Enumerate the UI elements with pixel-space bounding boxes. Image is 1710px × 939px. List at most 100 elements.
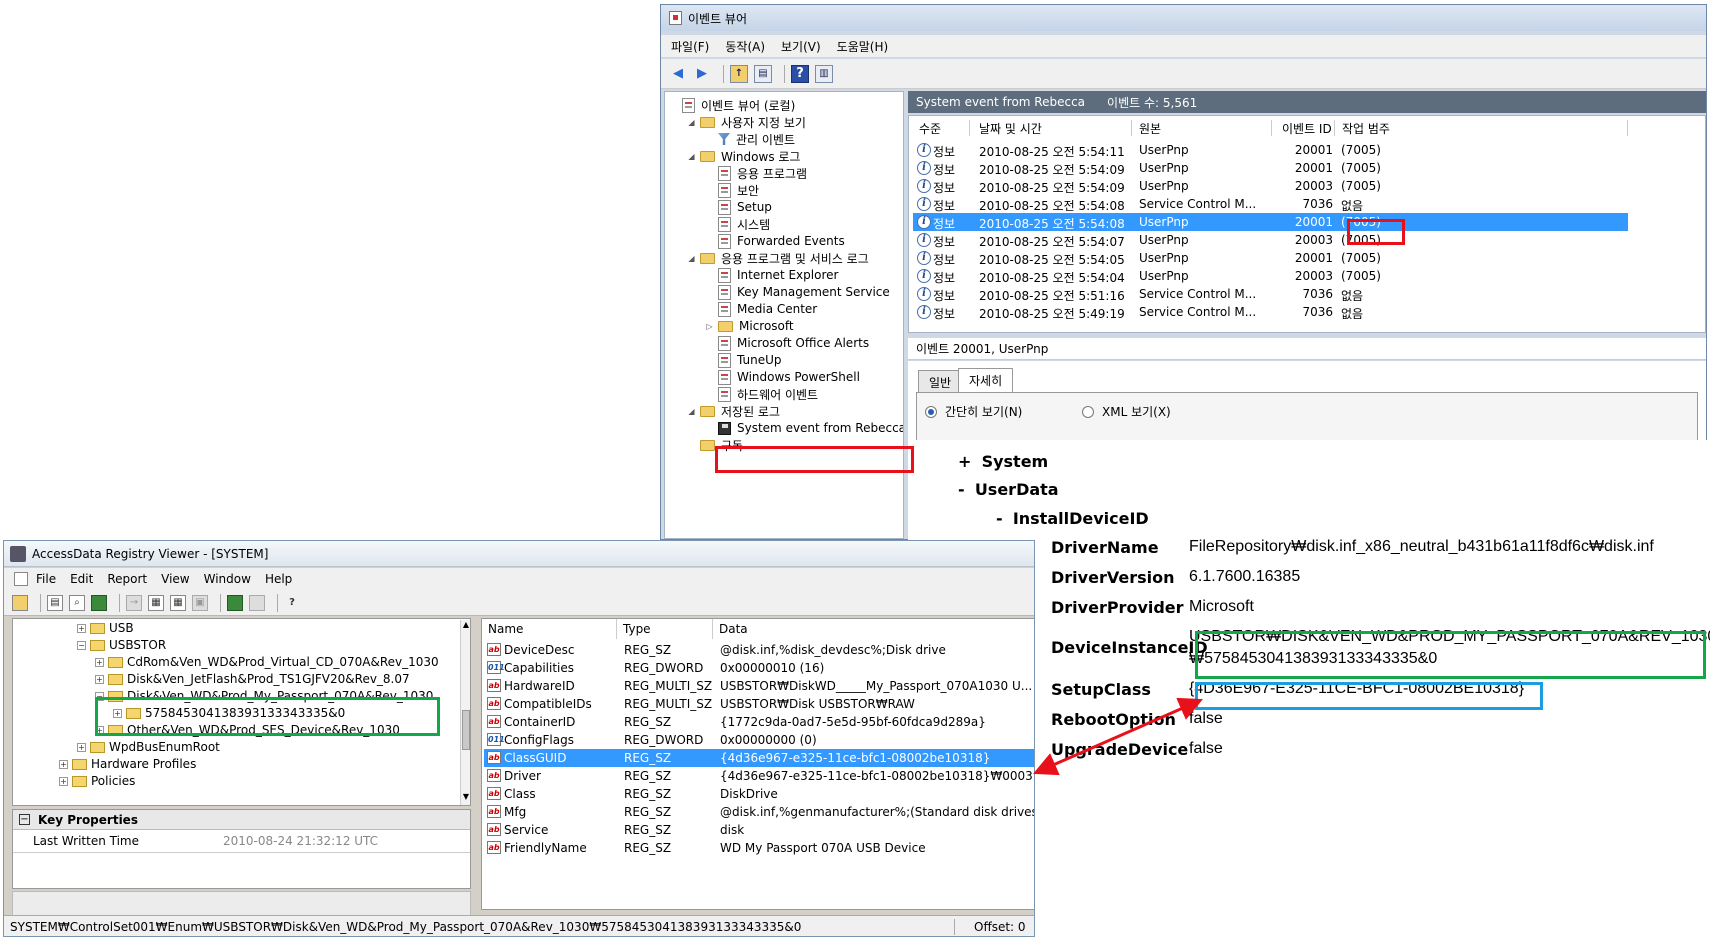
registry-tree-item[interactable]: + Hardware Profiles [59, 755, 196, 773]
up-folder-icon[interactable]: ↑ [730, 64, 748, 83]
expanded-arrow-icon[interactable]: ◢ [687, 118, 696, 127]
scroll-thumb[interactable] [462, 710, 470, 750]
event-row[interactable]: i 정보 2010-08-25 오전 5:54:08 Service Control … [913, 195, 1628, 213]
registry-value-row[interactable]: 011 Capabilities REG_DWORD 0x00000010 (16) [484, 659, 1034, 677]
friendly-view-radio[interactable]: 간단히 보기(N) [925, 403, 1022, 420]
column-type[interactable]: Type [617, 619, 713, 639]
tree-item[interactable]: Setup [705, 198, 772, 216]
menu-view[interactable]: 보기(V) [781, 38, 821, 55]
expanded-arrow-icon[interactable]: ◢ [687, 254, 696, 263]
menu-view[interactable]: View [161, 572, 189, 586]
back-arrow-icon[interactable]: ◀ [669, 65, 687, 83]
collapse-box-icon[interactable]: − [19, 814, 30, 825]
help-icon[interactable]: ? [791, 64, 809, 83]
tree-item[interactable]: ▷ Microsoft [705, 317, 793, 335]
expand-box-icon[interactable]: + [59, 759, 68, 769]
forward-arrow-icon[interactable]: ▶ [693, 65, 711, 83]
properties-icon[interactable]: ▣ [192, 594, 208, 611]
expand-box-icon[interactable]: + [95, 657, 104, 667]
key-icon[interactable] [227, 594, 243, 611]
registry-value-row[interactable]: ab Service REG_SZ disk [484, 821, 1034, 839]
column-datetime[interactable]: 날짜 및 시간 [979, 118, 1042, 138]
tree-item[interactable]: ◢ Windows 로그 [687, 147, 800, 165]
expand-box-icon[interactable]: + [77, 742, 86, 752]
registry-tree-item[interactable]: + WpdBusEnumRoot [77, 738, 220, 756]
tree-item[interactable]: Microsoft Office Alerts [705, 334, 869, 352]
tree-item[interactable]: 이벤트 뷰어 (로컬) [669, 96, 795, 114]
registry-value-row[interactable]: ab FriendlyName REG_SZ WD My Passport 070A … [484, 839, 1034, 857]
registry-value-row[interactable]: ab ContainerID REG_SZ {1772c9da-0ad7-5e5d-9… [484, 713, 1034, 731]
registry-value-row[interactable]: ab ClassGUID REG_SZ {4d36e967-e325-11ce-bfc… [484, 749, 1034, 767]
column-name[interactable]: Name [482, 619, 617, 639]
help-icon[interactable]: ? [284, 595, 300, 611]
event-row[interactable]: i 정보 2010-08-25 오전 5:54:05 UserPnp 20001 (700… [913, 249, 1628, 267]
column-source[interactable]: 원본 [1139, 118, 1161, 138]
menu-help[interactable]: 도움말(H) [837, 38, 889, 55]
tree-item[interactable]: Media Center [705, 300, 817, 318]
tree-item[interactable]: TuneUp [705, 351, 782, 369]
collapse-box-icon[interactable]: − [77, 640, 86, 650]
menu-help[interactable]: Help [265, 572, 292, 586]
registry-value-row[interactable]: ab Class REG_SZ DiskDrive [484, 785, 1034, 803]
expand-box-icon[interactable]: + [95, 674, 104, 684]
expanded-arrow-icon[interactable]: ◢ [687, 152, 696, 161]
tree-item[interactable]: 관리 이벤트 [705, 130, 795, 148]
event-row[interactable]: i 정보 2010-08-25 오전 5:54:11 UserPnp 20001 (700… [913, 141, 1628, 159]
scroll-up-icon[interactable]: ▲ [462, 620, 470, 632]
export-icon[interactable]: → [126, 594, 142, 611]
xml-system-node[interactable]: + System [958, 452, 1048, 471]
column-event-id[interactable]: 이벤트 ID [1282, 118, 1332, 138]
xml-view-radio[interactable]: XML 보기(X) [1082, 403, 1171, 420]
expand-box-icon[interactable]: + [59, 776, 68, 786]
disabled-tool-icon[interactable] [249, 594, 265, 611]
event-row[interactable]: i 정보 2010-08-25 오전 5:54:07 UserPnp 20003 (700… [913, 231, 1628, 249]
event-row[interactable]: i 정보 2010-08-25 오전 5:54:09 UserPnp 20001 (700… [913, 159, 1628, 177]
registry-tree-item[interactable]: + Disk&Ven_JetFlash&Prod_TS1GJFV20&Rev_8.… [95, 670, 410, 688]
menu-window[interactable]: Window [204, 572, 251, 586]
registry-tree-item[interactable]: + USB [77, 619, 134, 637]
tree-scrollbar[interactable]: ▲ ▼ [460, 620, 470, 805]
tree-item[interactable]: 하드웨어 이벤트 [705, 385, 818, 403]
registry-value-row[interactable]: 011 ConfigFlags REG_DWORD 0x00000000 (0) [484, 731, 1034, 749]
event-row[interactable]: i 정보 2010-08-25 오전 5:54:08 UserPnp 20001 (700… [913, 213, 1628, 231]
menu-file[interactable]: File [36, 572, 56, 586]
add-to-report-icon[interactable]: ▦ [170, 594, 186, 611]
collapsed-arrow-icon[interactable]: ▷ [705, 322, 714, 331]
registry-value-row[interactable]: ab DeviceDesc REG_SZ @disk.inf,%disk_devdes… [484, 641, 1034, 659]
menu-action[interactable]: 동작(A) [725, 38, 765, 55]
tree-item[interactable]: Internet Explorer [705, 266, 838, 284]
xml-userdata-node[interactable]: - UserData [958, 480, 1059, 499]
show-hide-tree-icon[interactable]: ▤ [754, 64, 772, 83]
registry-value-row[interactable]: ab CompatibleIDs REG_MULTI_SZ USBSTOR₩Disk … [484, 695, 1034, 713]
registry-tree-item[interactable]: + CdRom&Ven_WD&Prod_Virtual_CD_070A&Rev_1… [95, 653, 439, 671]
tree-item[interactable]: ◢ 저장된 로그 [687, 402, 780, 420]
registry-value-row[interactable]: ab Driver REG_SZ {4d36e967-e325-11ce-bfc1-0… [484, 767, 1034, 785]
registry-value-row[interactable]: ab HardwareID REG_MULTI_SZ USBSTOR₩DiskWD__… [484, 677, 1034, 695]
expanded-arrow-icon[interactable]: ◢ [687, 407, 696, 416]
menu-report[interactable]: Report [107, 572, 147, 586]
tab-details[interactable]: 자세히 [958, 368, 1014, 392]
registry-value-row[interactable]: ab Mfg REG_SZ @disk.inf,%genmanufacturer%;(… [484, 803, 1034, 821]
tab-general[interactable]: 일반 [918, 370, 963, 392]
tree-item[interactable]: 응용 프로그램 [705, 164, 807, 182]
tree-item[interactable]: ◢ 사용자 지정 보기 [687, 113, 806, 131]
connect-icon[interactable] [91, 594, 107, 611]
column-level[interactable]: 수준 [919, 118, 941, 138]
xml-installdeviceid-node[interactable]: - InstallDeviceID [996, 509, 1149, 528]
registry-tree-item[interactable]: + Policies [59, 772, 135, 790]
menu-file[interactable]: 파일(F) [671, 38, 709, 55]
registry-tree-item[interactable]: − USBSTOR [77, 636, 166, 654]
open-folder-icon[interactable] [12, 594, 28, 611]
tree-item[interactable]: Key Management Service [705, 283, 890, 301]
show-hide-action-pane-icon[interactable]: ▥ [815, 64, 833, 83]
column-category[interactable]: 작업 범주 [1342, 118, 1390, 138]
menu-edit[interactable]: Edit [70, 572, 93, 586]
tree-item[interactable]: Windows PowerShell [705, 368, 860, 386]
event-row[interactable]: i 정보 2010-08-25 오전 5:54:09 UserPnp 20003 (700… [913, 177, 1628, 195]
event-row[interactable]: i 정보 2010-08-25 오전 5:54:04 UserPnp 20003 (700… [913, 267, 1628, 285]
event-row[interactable]: i 정보 2010-08-25 오전 5:49:19 Service Control … [913, 303, 1628, 321]
scroll-down-icon[interactable]: ▼ [462, 792, 470, 804]
tree-item[interactable]: 시스템 [705, 215, 770, 233]
key-properties-header[interactable]: − Key Properties [13, 810, 470, 830]
tree-item[interactable]: System event from Rebecca [705, 419, 903, 437]
